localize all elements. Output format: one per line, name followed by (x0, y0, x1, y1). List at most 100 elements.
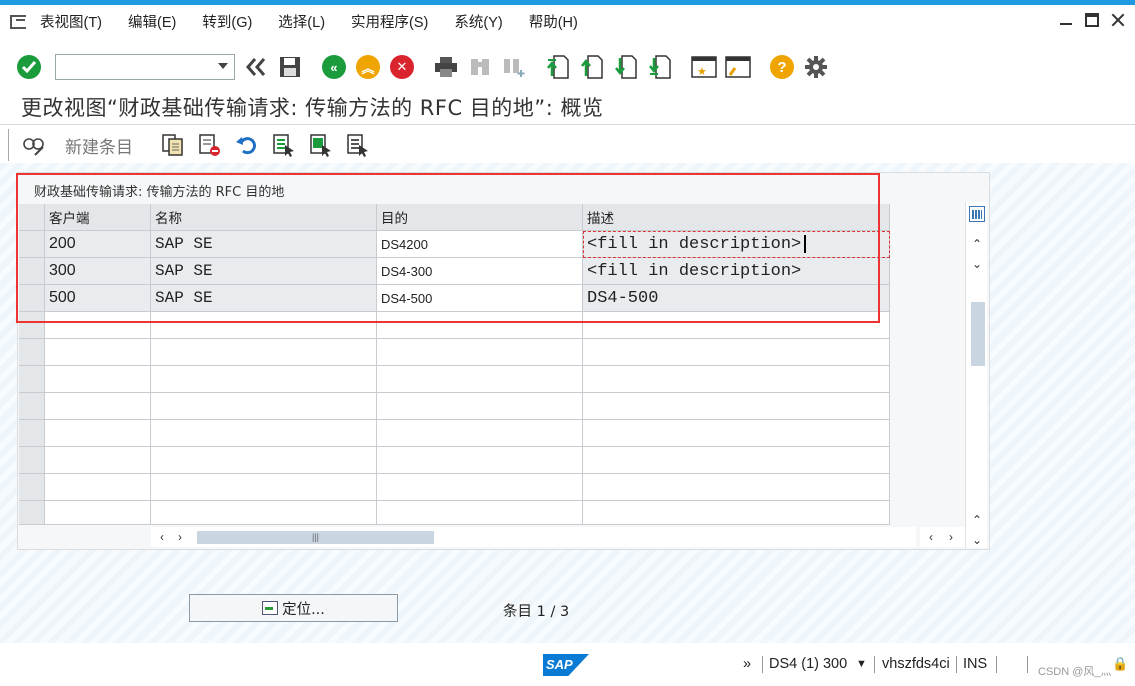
print-icon[interactable] (433, 54, 459, 80)
menu-utilities[interactable]: 实用程序(S) (351, 11, 428, 32)
menu-help[interactable]: 帮助(H) (529, 11, 578, 32)
menu-edit[interactable]: 编辑(E) (128, 11, 176, 32)
client-cell[interactable] (45, 447, 151, 474)
row-selector[interactable] (19, 366, 45, 393)
description-input[interactable] (583, 474, 890, 501)
menu-system[interactable]: 系统(Y) (454, 11, 502, 32)
select-all-icon[interactable] (272, 133, 296, 157)
client-cell[interactable] (45, 474, 151, 501)
scroll-page-down-icon[interactable]: ⌄ (966, 258, 988, 270)
client-cell[interactable] (45, 393, 151, 420)
description-input[interactable] (583, 339, 890, 366)
minimize-button[interactable] (1059, 13, 1073, 27)
description-input[interactable]: DS4-500 (583, 285, 890, 312)
find-icon[interactable] (467, 54, 493, 80)
description-input[interactable]: <fill in description> (583, 231, 890, 258)
client-cell[interactable] (45, 312, 151, 339)
destination-input[interactable] (377, 339, 583, 366)
undo-icon[interactable] (235, 133, 259, 157)
destination-input[interactable] (377, 366, 583, 393)
description-input[interactable]: <fill in description> (583, 258, 890, 285)
command-field[interactable] (55, 54, 235, 80)
description-input[interactable] (583, 366, 890, 393)
description-input[interactable] (583, 501, 890, 525)
back-icon[interactable]: « (321, 54, 347, 80)
scroll-right-icon[interactable]: › (944, 531, 958, 543)
destination-input[interactable] (377, 393, 583, 420)
insert-mode[interactable]: INS (963, 656, 987, 672)
chevron-down-icon[interactable] (218, 63, 228, 69)
scroll-page-up-icon[interactable]: ⌃ (966, 238, 988, 250)
row-selector[interactable] (19, 393, 45, 420)
client-cell[interactable] (45, 339, 151, 366)
menu-selection[interactable]: 选择(L) (278, 11, 325, 32)
destination-input[interactable] (377, 447, 583, 474)
help-icon[interactable]: ? (769, 54, 795, 80)
description-input[interactable] (583, 312, 890, 339)
chevron-down-icon[interactable]: ▼ (856, 658, 867, 670)
fixed-column-scrollbar[interactable]: ‹ › (920, 527, 965, 547)
create-session-icon[interactable]: ★ (691, 54, 717, 80)
scroll-right-icon[interactable]: › (173, 531, 187, 543)
column-header-client[interactable]: 客户端 (45, 204, 151, 231)
row-selector[interactable] (19, 420, 45, 447)
horizontal-scroll-thumb[interactable]: ||| (197, 531, 434, 544)
scroll-down-icon[interactable]: ⌄ (966, 534, 988, 546)
destination-input[interactable] (377, 501, 583, 525)
row-selector[interactable] (19, 339, 45, 366)
client-cell[interactable] (45, 366, 151, 393)
menu-goto[interactable]: 转到(G) (202, 11, 252, 32)
description-input[interactable] (583, 447, 890, 474)
row-selector[interactable] (19, 231, 45, 258)
menu-table-view[interactable]: 表视图(T) (40, 11, 102, 32)
customize-icon[interactable] (803, 54, 829, 80)
column-header-name[interactable]: 名称 (151, 204, 377, 231)
row-selector[interactable] (19, 312, 45, 339)
exit-icon[interactable]: ︽ (355, 54, 381, 80)
destination-input[interactable]: DS4-500 (377, 285, 583, 312)
next-page-icon[interactable] (613, 54, 639, 80)
save-icon[interactable] (277, 54, 303, 80)
row-selector[interactable] (19, 285, 45, 312)
find-next-icon[interactable] (501, 54, 527, 80)
vertical-scroll-thumb[interactable] (971, 302, 985, 366)
destination-input[interactable] (377, 474, 583, 501)
column-header-destination[interactable]: 目的 (377, 204, 583, 231)
last-page-icon[interactable] (647, 54, 673, 80)
scroll-left-icon[interactable]: ‹ (155, 531, 169, 543)
select-block-icon[interactable] (309, 133, 333, 157)
position-button[interactable]: 定位... (189, 594, 398, 622)
close-window-button[interactable] (1111, 13, 1125, 27)
row-selector[interactable] (19, 501, 45, 525)
back-double-icon[interactable] (243, 54, 269, 80)
horizontal-scrollbar[interactable]: ‹ › ||| (151, 527, 916, 547)
table-settings-icon[interactable] (969, 206, 985, 222)
row-selector[interactable] (19, 447, 45, 474)
command-input[interactable] (56, 55, 206, 79)
row-selector[interactable] (19, 258, 45, 285)
scroll-up-icon[interactable]: ⌃ (966, 514, 988, 526)
destination-input[interactable] (377, 312, 583, 339)
expand-status-icon[interactable]: » (743, 656, 751, 672)
row-selector[interactable] (19, 474, 45, 501)
column-header-description[interactable]: 描述 (583, 204, 890, 231)
menu-icon[interactable] (8, 13, 30, 29)
cancel-icon[interactable]: ✕ (389, 54, 415, 80)
scroll-left-icon[interactable]: ‹ (924, 531, 938, 543)
description-input[interactable] (583, 393, 890, 420)
description-input[interactable] (583, 420, 890, 447)
first-page-icon[interactable] (545, 54, 571, 80)
client-cell[interactable] (45, 501, 151, 525)
display-change-icon[interactable] (21, 133, 45, 157)
new-entries-button[interactable]: 新建条目 (65, 133, 133, 158)
destination-input[interactable]: DS4200 (377, 231, 583, 258)
shortcut-icon[interactable] (725, 54, 751, 80)
enter-icon[interactable] (17, 55, 41, 79)
copy-icon[interactable] (161, 133, 185, 157)
deselect-all-icon[interactable] (346, 133, 370, 157)
vertical-scrollbar[interactable]: ⌃ ⌄ ⌃ ⌄ (965, 202, 987, 548)
destination-input[interactable] (377, 420, 583, 447)
delete-icon[interactable] (198, 133, 222, 157)
destination-input[interactable]: DS4-300 (377, 258, 583, 285)
select-all-rows-button[interactable] (19, 204, 45, 231)
